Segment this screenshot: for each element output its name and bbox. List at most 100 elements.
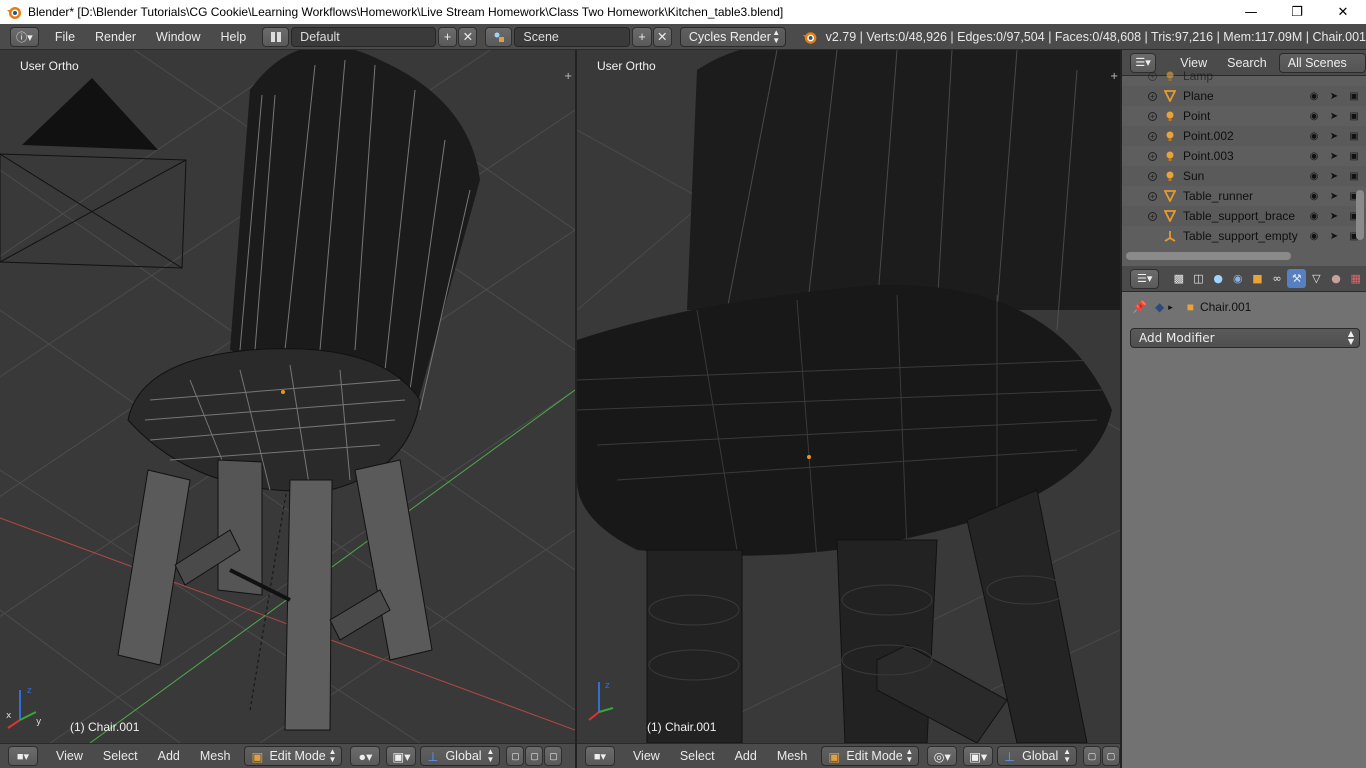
menu-select[interactable]: Select	[670, 749, 725, 763]
viewport-shading-button[interactable]: ◎▾	[927, 746, 958, 766]
outliner-vertical-scrollbar[interactable]	[1356, 190, 1364, 240]
material-tab[interactable]: ●	[1327, 269, 1346, 288]
add-screen-button[interactable]: +	[437, 26, 458, 47]
expand-icon[interactable]: +	[1148, 131, 1157, 141]
menu-help[interactable]: Help	[211, 30, 257, 44]
constraints-tab[interactable]: ∞	[1268, 269, 1287, 288]
outliner-horizontal-scrollbar[interactable]	[1126, 252, 1291, 260]
layer-button-2[interactable]: ▢	[525, 746, 544, 766]
scene-field[interactable]: Scene	[514, 26, 631, 47]
mode-dropdown[interactable]: ▣ Edit Mode ▲ ▼	[244, 746, 343, 766]
eye-icon[interactable]: ◉	[1308, 130, 1320, 142]
editor-type-button[interactable]: ☰▾	[1130, 268, 1160, 289]
camera-icon[interactable]: ▣	[1348, 170, 1360, 182]
expand-icon[interactable]: +	[1148, 111, 1157, 121]
delete-scene-button[interactable]: ✕	[652, 26, 672, 47]
outliner-item-lamp[interactable]: + Lamp	[1122, 66, 1366, 86]
editor-type-button[interactable]: ■▾	[8, 746, 38, 766]
eye-icon[interactable]: ◉	[1308, 110, 1320, 122]
editor-type-info-button[interactable]: ⓘ▾	[10, 26, 39, 47]
menu-window[interactable]: Window	[146, 30, 210, 44]
menu-view[interactable]: View	[46, 749, 93, 763]
screen-layout-field[interactable]: Default	[291, 26, 436, 47]
menu-render[interactable]: Render	[85, 30, 146, 44]
menu-mesh[interactable]: Mesh	[190, 749, 241, 763]
cursor-icon[interactable]: ➤	[1328, 170, 1340, 182]
viewport-shading-button[interactable]: ●▾	[350, 746, 381, 766]
eye-icon[interactable]: ◉	[1308, 170, 1320, 182]
add-modifier-dropdown[interactable]: Add Modifier ▲ ▼	[1130, 328, 1360, 348]
maximize-button[interactable]: ❐	[1274, 0, 1320, 24]
object-tab[interactable]: ■	[1248, 269, 1267, 288]
cursor-icon[interactable]: ➤	[1328, 210, 1340, 222]
viewport-corner-widget[interactable]: +	[1110, 72, 1120, 82]
outliner-item-point-002[interactable]: + Point.002 ◉ ➤ ▣	[1122, 126, 1366, 146]
cursor-icon[interactable]: ➤	[1328, 130, 1340, 142]
pin-icon[interactable]: 📌	[1132, 300, 1147, 314]
layer-button-2[interactable]: ▢	[1102, 746, 1120, 766]
menu-add[interactable]: Add	[148, 749, 190, 763]
eye-icon[interactable]: ◉	[1308, 190, 1320, 202]
screen-layout-browse-button[interactable]	[262, 26, 290, 47]
3d-viewport-left[interactable]: z x y User Ortho + (1) Chair.001	[0, 50, 575, 743]
expand-icon[interactable]: +	[1148, 91, 1157, 101]
render-tab[interactable]: ▩	[1169, 269, 1188, 288]
pivot-point-button[interactable]: ▣▾	[386, 746, 417, 766]
delete-screen-button[interactable]: ✕	[458, 26, 478, 47]
expand-icon[interactable]: +	[1148, 191, 1157, 201]
menu-mesh[interactable]: Mesh	[767, 749, 818, 763]
mode-dropdown[interactable]: ▣ Edit Mode ▲ ▼	[821, 746, 920, 766]
outliner-item-table-support-brace[interactable]: + Table_support_brace ◉ ➤ ▣	[1122, 206, 1366, 226]
scene-browse-button[interactable]	[485, 26, 513, 47]
eye-icon[interactable]: ◉	[1308, 210, 1320, 222]
transform-orientation-dropdown[interactable]: ⊥ Global ▲ ▼	[997, 746, 1078, 766]
info-icon: ⓘ▾	[16, 31, 33, 44]
menu-file[interactable]: File	[45, 30, 85, 44]
outliner-item-table-support-empty[interactable]: Table_support_empty ◉ ➤ ▣	[1122, 226, 1366, 246]
texture-tab[interactable]: ▦	[1346, 269, 1365, 288]
outliner-item-table-runner[interactable]: + Table_runner ◉ ➤ ▣	[1122, 186, 1366, 206]
world-tab[interactable]: ◉	[1228, 269, 1247, 288]
pivot-point-button[interactable]: ▣▾	[963, 746, 994, 766]
layer-button-3[interactable]: ▢	[544, 746, 563, 766]
layer-button-1[interactable]: ▢	[1083, 746, 1102, 766]
outliner-item-point-003[interactable]: + Point.003 ◉ ➤ ▣	[1122, 146, 1366, 166]
expand-icon[interactable]: +	[1148, 171, 1157, 181]
outliner-item-sun[interactable]: + Sun ◉ ➤ ▣	[1122, 166, 1366, 186]
cursor-icon[interactable]: ➤	[1328, 150, 1340, 162]
data-tab[interactable]: ▽	[1307, 269, 1326, 288]
render-layers-tab[interactable]: ◫	[1189, 269, 1208, 288]
layer-button-1[interactable]: ▢	[506, 746, 525, 766]
outliner-item-plane[interactable]: + Plane ◉ ➤ ▣	[1122, 86, 1366, 106]
camera-icon[interactable]: ▣	[1348, 110, 1360, 122]
eye-icon[interactable]: ◉	[1308, 90, 1320, 102]
cursor-icon[interactable]: ➤	[1328, 90, 1340, 102]
cursor-icon[interactable]: ➤	[1328, 230, 1340, 242]
close-button[interactable]: ✕	[1320, 0, 1366, 24]
menu-view[interactable]: View	[623, 749, 670, 763]
render-engine-dropdown[interactable]: Cycles Render ▲ ▼	[679, 26, 787, 47]
3d-viewport-right[interactable]: z User Ortho + (1) Chair.001	[577, 50, 1120, 743]
scene-tab[interactable]: ●	[1209, 269, 1228, 288]
transform-orientation-dropdown[interactable]: ⊥ Global ▲ ▼	[420, 746, 501, 766]
expand-icon[interactable]: +	[1148, 71, 1157, 81]
eye-icon[interactable]: ◉	[1308, 230, 1320, 242]
modifiers-tab[interactable]: ⚒	[1287, 269, 1307, 288]
expand-icon[interactable]: +	[1148, 151, 1157, 161]
editor-type-button[interactable]: ■▾	[585, 746, 615, 766]
add-scene-button[interactable]: +	[632, 26, 652, 47]
expand-icon[interactable]: +	[1148, 211, 1157, 221]
camera-icon[interactable]: ▣	[1348, 90, 1360, 102]
camera-icon[interactable]: ▣	[1348, 130, 1360, 142]
area-divider[interactable]	[575, 50, 577, 768]
minimize-button[interactable]: —	[1228, 0, 1274, 24]
camera-icon[interactable]: ▣	[1348, 150, 1360, 162]
cursor-icon[interactable]: ➤	[1328, 190, 1340, 202]
menu-select[interactable]: Select	[93, 749, 148, 763]
outliner-item-point[interactable]: + Point ◉ ➤ ▣	[1122, 106, 1366, 126]
cursor-icon[interactable]: ➤	[1328, 110, 1340, 122]
menu-add[interactable]: Add	[725, 749, 767, 763]
viewport-corner-widget[interactable]: +	[564, 72, 574, 82]
cube-icon: ▢	[530, 750, 539, 761]
eye-icon[interactable]: ◉	[1308, 150, 1320, 162]
